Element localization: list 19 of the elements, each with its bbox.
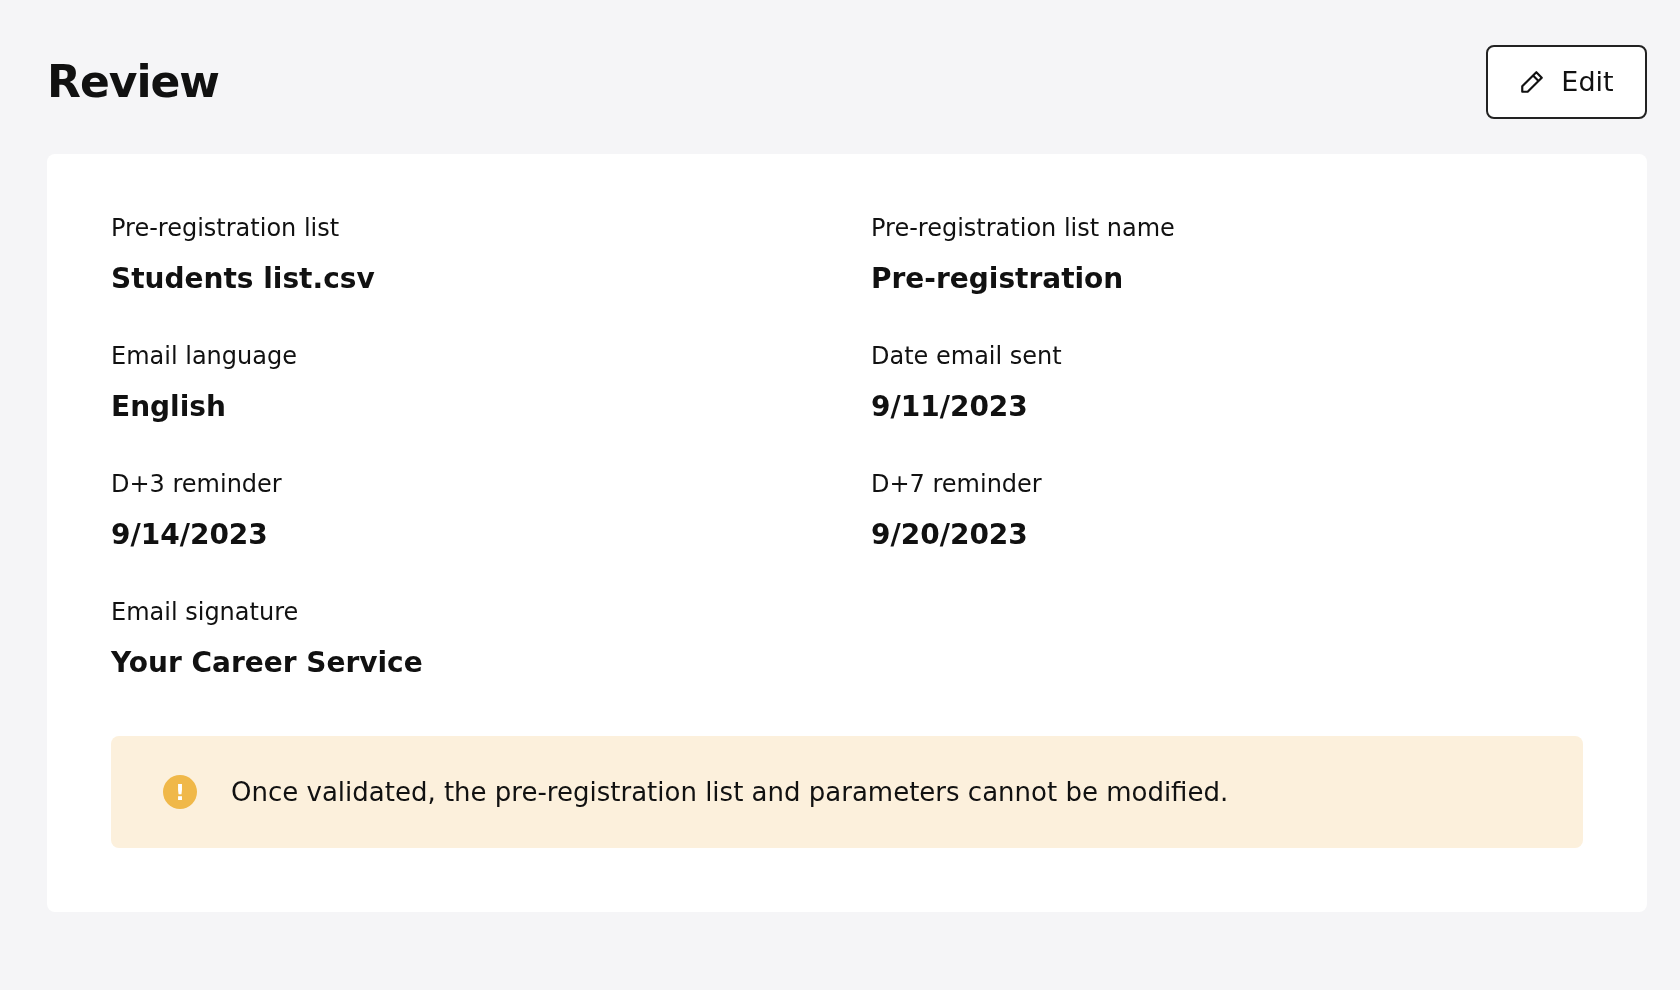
field-value: 9/20/2023 — [871, 517, 1029, 553]
field-value: English — [111, 389, 227, 425]
page-title: Review — [47, 55, 219, 109]
field-label: Email language — [111, 341, 298, 372]
field-label: D+3 reminder — [111, 469, 283, 500]
field-value: 9/11/2023 — [871, 389, 1029, 425]
field-label: D+7 reminder — [871, 469, 1043, 500]
pencil-icon — [1519, 69, 1546, 95]
field-label: Date email sent — [871, 341, 1063, 372]
field-value: Your Career Service — [111, 645, 424, 681]
field-value: Students list.csv — [111, 261, 376, 297]
warning-icon: ! — [163, 775, 197, 809]
field-value: Pre-registration — [871, 261, 1125, 297]
field-label: Email signature — [111, 597, 300, 628]
field-label: Pre-registration list name — [871, 213, 1176, 244]
field-label: Pre-registration list — [111, 213, 341, 244]
warning-text: Once validated, the pre-registration list and parameters cannot be modified. — [231, 775, 1229, 809]
field-value: 9/14/2023 — [111, 517, 269, 553]
edit-button[interactable]: Edit — [1486, 45, 1647, 119]
